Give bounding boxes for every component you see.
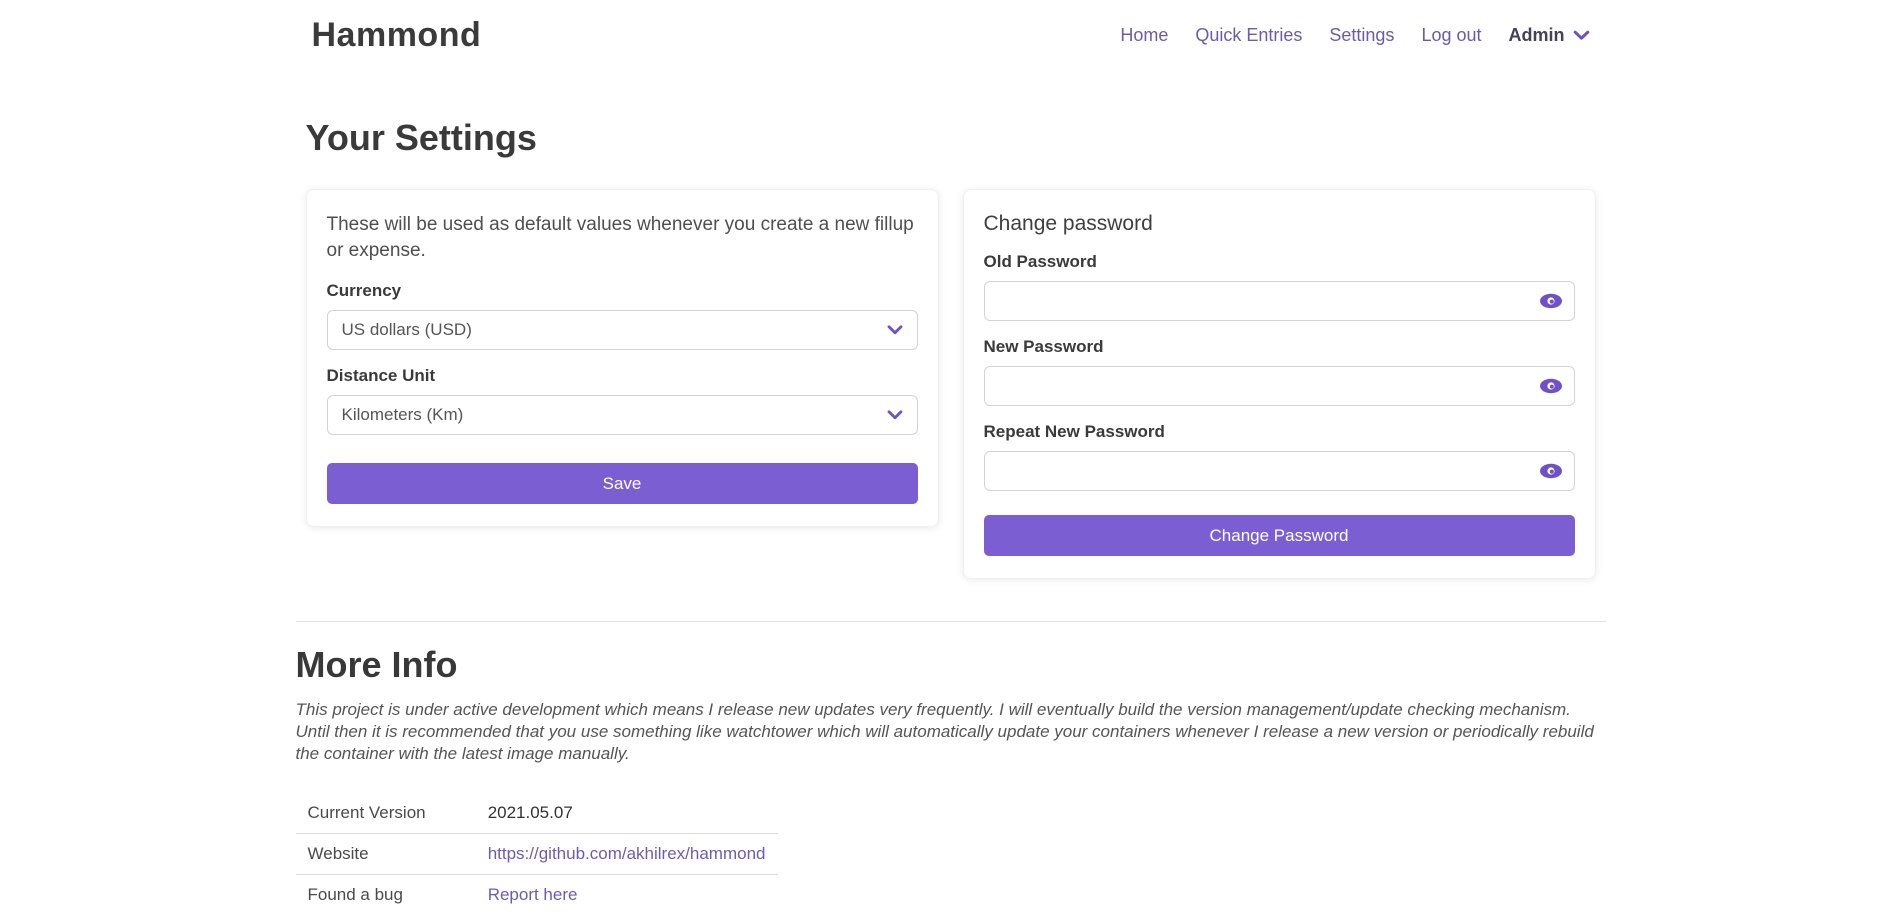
info-row-label: Website xyxy=(296,834,476,875)
user-menu-label: Admin xyxy=(1509,25,1565,46)
toggle-repeat-password-visibility[interactable] xyxy=(1537,461,1565,481)
eye-icon xyxy=(1539,378,1563,394)
nav-logout[interactable]: Log out xyxy=(1421,25,1481,46)
eye-icon xyxy=(1539,293,1563,309)
section-divider xyxy=(296,621,1606,622)
info-table: Current Version 2021.05.07 Website https… xyxy=(296,793,778,914)
repeat-new-password-label: Repeat New Password xyxy=(984,422,1575,442)
info-row-label: Current Version xyxy=(296,793,476,834)
your-settings-section: Your Settings These will be used as defa… xyxy=(296,117,1606,579)
more-info-title: More Info xyxy=(296,644,1606,686)
current-version-value: 2021.05.07 xyxy=(488,803,573,822)
distance-unit-selected-value: Kilometers (Km) xyxy=(342,405,464,425)
currency-selected-value: US dollars (USD) xyxy=(342,320,472,340)
currency-label: Currency xyxy=(327,281,918,301)
website-link[interactable]: https://github.com/akhilrex/hammond xyxy=(488,844,766,863)
main-nav: Home Quick Entries Settings Log out Admi… xyxy=(1120,25,1589,46)
distance-unit-select[interactable]: Kilometers (Km) xyxy=(327,395,918,435)
change-password-card: Change password Old Password New Passwor… xyxy=(963,189,1596,579)
repeat-new-password-input[interactable] xyxy=(984,451,1575,491)
table-row: Website https://github.com/akhilrex/hamm… xyxy=(296,834,778,875)
toggle-new-password-visibility[interactable] xyxy=(1537,376,1565,396)
currency-select[interactable]: US dollars (USD) xyxy=(327,310,918,350)
more-info-section: More Info This project is under active d… xyxy=(296,644,1606,914)
page-title: Your Settings xyxy=(306,117,1596,159)
distance-unit-label: Distance Unit xyxy=(327,366,918,386)
nav-settings[interactable]: Settings xyxy=(1329,25,1394,46)
save-button[interactable]: Save xyxy=(327,463,918,504)
toggle-old-password-visibility[interactable] xyxy=(1537,291,1565,311)
change-password-button[interactable]: Change Password xyxy=(984,515,1575,556)
new-password-label: New Password xyxy=(984,337,1575,357)
change-password-title: Change password xyxy=(984,212,1575,236)
user-menu[interactable]: Admin xyxy=(1509,25,1590,46)
chevron-down-icon xyxy=(1573,30,1590,41)
defaults-card: These will be used as default values whe… xyxy=(306,189,939,527)
report-bug-link[interactable]: Report here xyxy=(488,885,578,904)
nav-quick-entries[interactable]: Quick Entries xyxy=(1195,25,1302,46)
new-password-input[interactable] xyxy=(984,366,1575,406)
chevron-down-icon xyxy=(887,325,903,335)
top-navbar: Hammond Home Quick Entries Settings Log … xyxy=(0,0,1901,55)
chevron-down-icon xyxy=(887,410,903,420)
nav-home[interactable]: Home xyxy=(1120,25,1168,46)
eye-icon xyxy=(1539,463,1563,479)
development-note: This project is under active development… xyxy=(296,699,1606,765)
info-row-label: Found a bug xyxy=(296,875,476,914)
old-password-label: Old Password xyxy=(984,252,1575,272)
table-row: Found a bug Report here xyxy=(296,875,778,914)
defaults-intro-text: These will be used as default values whe… xyxy=(327,212,918,263)
app-logo[interactable]: Hammond xyxy=(312,16,482,55)
table-row: Current Version 2021.05.07 xyxy=(296,793,778,834)
old-password-input[interactable] xyxy=(984,281,1575,321)
